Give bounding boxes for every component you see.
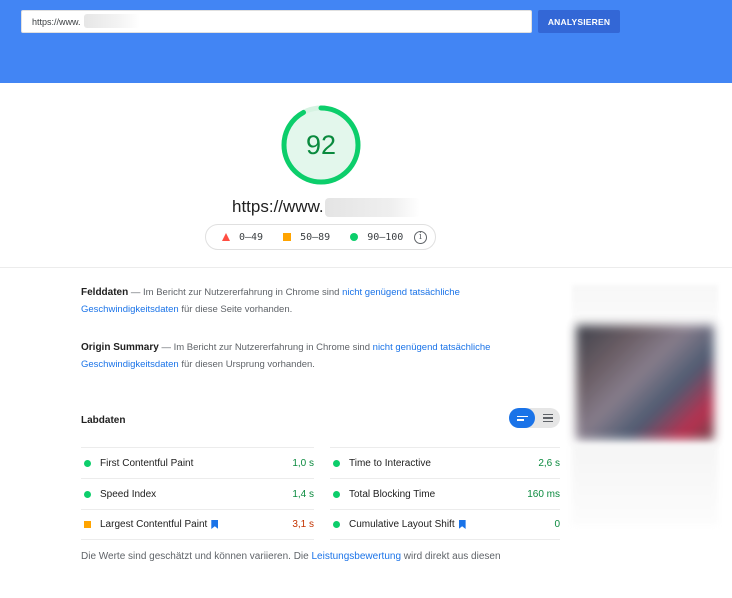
redacted-url-blur xyxy=(325,198,420,217)
metric-row: Largest Contentful Paint 3,1 s xyxy=(81,509,314,540)
metric-label: Cumulative Layout Shift xyxy=(349,519,455,530)
metric-row: First Contentful Paint 1,0 s xyxy=(81,447,314,478)
good-circle-icon xyxy=(84,490,91,498)
score-legend: 0–49 50–89 90–100 i xyxy=(205,224,436,250)
footer-text-end: wird direkt aus diesen xyxy=(401,551,501,562)
good-circle-icon xyxy=(333,459,340,467)
metric-value: 1,4 s xyxy=(292,488,314,500)
summary-view-toggle-icon[interactable] xyxy=(509,408,535,428)
metric-row: Time to Interactive 2,6 s xyxy=(330,447,560,478)
metric-value: 3,1 s xyxy=(292,519,314,530)
origin-summary-text-end: für diesen Ursprung vorhanden. xyxy=(178,359,315,370)
metric-label: Largest Contentful Paint xyxy=(100,519,208,530)
footer-text: Die Werte sind geschätzt und können vari… xyxy=(81,551,312,562)
good-circle-icon xyxy=(333,521,340,528)
metric-value: 0 xyxy=(554,519,560,530)
lab-data-title: Labdaten xyxy=(81,415,126,426)
metric-row: Total Blocking Time 160 ms xyxy=(330,478,560,509)
metric-row: Speed Index 1,4 s xyxy=(81,478,314,509)
legend-average-label: 50–89 xyxy=(300,231,331,243)
bookmark-icon[interactable] xyxy=(458,520,466,529)
metric-label: First Contentful Paint xyxy=(100,457,194,469)
performance-score: 92 xyxy=(305,129,337,160)
footer-note: Die Werte sind geschätzt und können vari… xyxy=(81,551,501,562)
metric-row: Cumulative Layout Shift 0 xyxy=(330,509,560,540)
origin-summary-title: Origin Summary xyxy=(81,342,159,353)
legend-good-label: 90–100 xyxy=(367,231,404,243)
screenshot-header-blur xyxy=(572,285,718,325)
screenshot-footer-blur xyxy=(572,445,718,525)
legend-good: 90–100 xyxy=(350,232,403,243)
metric-label: Time to Interactive xyxy=(349,457,431,469)
origin-summary-text: — Im Bericht zur Nutzererfahrung in Chro… xyxy=(158,342,373,353)
analyze-button[interactable]: ANALYSIEREN xyxy=(538,10,620,33)
good-circle-icon xyxy=(333,490,340,498)
field-data-section: Felddaten — Im Bericht zur Nutzererfahru… xyxy=(81,284,501,318)
origin-summary-section: Origin Summary — Im Bericht zur Nutzerer… xyxy=(81,339,501,373)
redacted-url-blur xyxy=(84,14,140,28)
metric-label: Total Blocking Time xyxy=(349,488,436,500)
metric-value: 160 ms xyxy=(527,488,560,500)
legend-average: 50–89 xyxy=(283,232,330,243)
field-data-title: Felddaten xyxy=(81,287,129,298)
triangle-icon xyxy=(222,233,230,241)
circle-icon xyxy=(350,233,359,241)
metric-value: 1,0 s xyxy=(292,457,314,469)
metric-label: Speed Index xyxy=(100,488,157,500)
square-icon xyxy=(283,233,292,241)
legend-poor-label: 0–49 xyxy=(239,231,264,243)
field-data-text-end: für diese Seite vorhanden. xyxy=(178,304,293,315)
list-view-toggle-icon[interactable] xyxy=(539,408,557,428)
average-square-icon xyxy=(84,521,91,528)
metric-value: 2,6 s xyxy=(538,457,560,469)
section-divider xyxy=(0,267,732,268)
field-data-text: — Im Bericht zur Nutzererfahrung in Chro… xyxy=(128,287,343,298)
legend-poor: 0–49 xyxy=(222,232,263,243)
good-circle-icon xyxy=(84,459,91,467)
info-icon[interactable]: i xyxy=(414,231,427,244)
analyzed-url: https://www. xyxy=(232,197,324,216)
bookmark-icon[interactable] xyxy=(211,520,219,529)
page-screenshot-thumbnail xyxy=(572,285,718,525)
performance-score-link[interactable]: Leistungsbewertung xyxy=(312,551,402,562)
screenshot-image-blur xyxy=(576,325,714,440)
view-toggle[interactable] xyxy=(509,408,560,428)
